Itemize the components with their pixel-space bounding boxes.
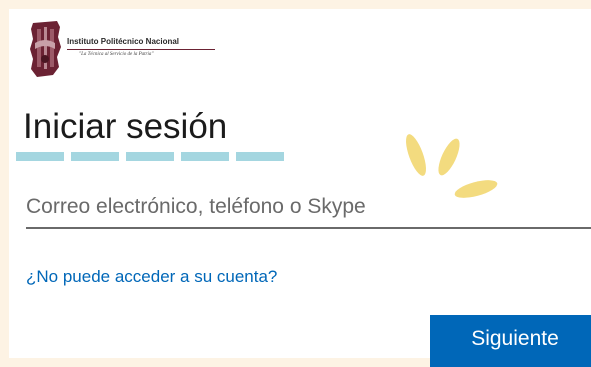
page-background: Instituto Politécnico Nacional "La Técni… — [0, 0, 591, 367]
logo-divider — [67, 49, 215, 50]
underline-dash — [181, 152, 229, 161]
underline-dash — [16, 152, 64, 161]
email-input[interactable] — [26, 180, 591, 229]
signin-card: Instituto Politécnico Nacional "La Técni… — [9, 9, 591, 367]
logo-institution-name: Instituto Politécnico Nacional — [67, 37, 180, 46]
title-underline-decoration — [16, 152, 284, 161]
underline-dash — [236, 152, 284, 161]
ipn-emblem-icon — [30, 21, 61, 77]
page-title: Iniciar sesión — [23, 107, 228, 146]
logo-motto: "La Técnica al Servicio de la Patria" — [79, 52, 154, 57]
cannot-access-account-link[interactable]: ¿No puede acceder a su cuenta? — [26, 267, 277, 287]
ipn-logo: Instituto Politécnico Nacional "La Técni… — [27, 17, 227, 79]
next-button[interactable]: Siguiente — [430, 315, 591, 367]
underline-dash — [71, 152, 119, 161]
underline-dash — [126, 152, 174, 161]
